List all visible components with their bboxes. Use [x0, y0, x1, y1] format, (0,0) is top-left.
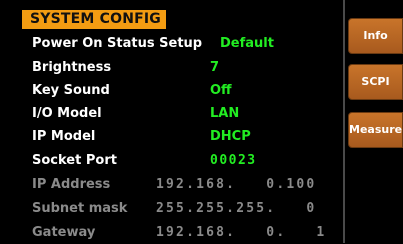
setting-label: Socket Port	[32, 153, 117, 168]
setting-label: Gateway	[32, 225, 96, 240]
setting-value[interactable]: 7	[210, 57, 219, 79]
setting-value[interactable]: LAN	[210, 103, 239, 125]
measure-softkey[interactable]: Measure	[348, 112, 403, 148]
setting-label: IP Model	[32, 129, 96, 144]
softkey-divider	[343, 0, 345, 243]
info-softkey[interactable]: Info	[348, 18, 403, 54]
setting-value: 255.255.255. 0	[156, 201, 317, 216]
setting-value[interactable]: DHCP	[210, 126, 251, 148]
setting-label: Power On Status Setup	[32, 36, 203, 51]
setting-value[interactable]: Default	[220, 33, 274, 55]
setting-label: Subnet mask	[32, 201, 128, 216]
setting-value: 192.168. 0.100	[156, 177, 317, 192]
setting-label: I/O Model	[32, 106, 102, 121]
setting-value[interactable]: 00023	[210, 150, 257, 172]
system-config-screen: SYSTEM CONFIG Power On Status Setup Defa…	[0, 0, 403, 243]
setting-label: Key Sound	[32, 83, 110, 98]
page-title: SYSTEM CONFIG	[22, 10, 166, 29]
setting-label: Brightness	[32, 60, 112, 75]
setting-value: 192.168. 0. 1	[156, 225, 327, 240]
setting-value[interactable]: Off	[210, 80, 232, 102]
scpi-softkey[interactable]: SCPI	[348, 64, 403, 100]
setting-label: IP Address	[32, 177, 111, 192]
